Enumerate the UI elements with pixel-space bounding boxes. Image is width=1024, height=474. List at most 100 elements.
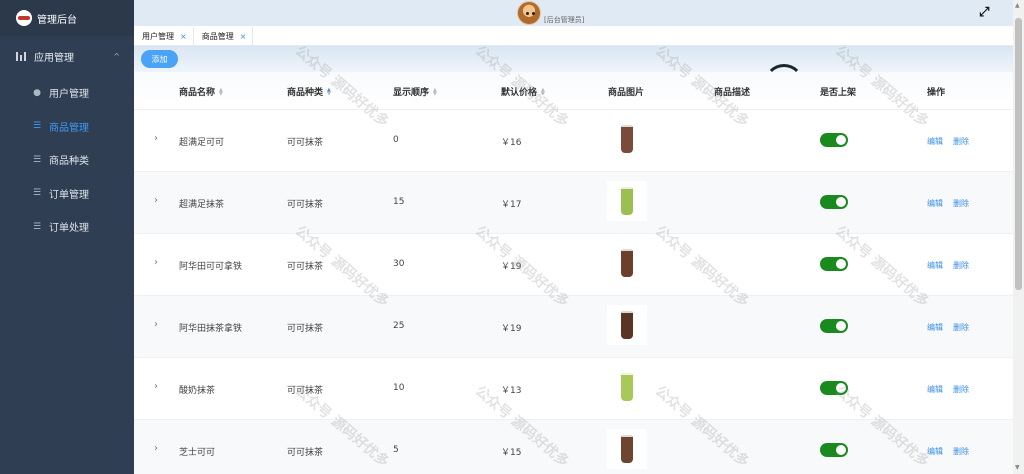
sidebar-item[interactable]: ☰ 商品种类 <box>0 143 134 177</box>
sidebar-item[interactable]: ☰ 商品管理 <box>0 110 134 144</box>
menu-group-app-management[interactable]: 应用管理 ^ <box>0 36 134 76</box>
sliders-icon: ☰ <box>32 154 42 165</box>
sort-icon[interactable]: ▲ ▼ <box>433 87 437 96</box>
close-icon[interactable]: × <box>180 32 187 41</box>
on-sale-toggle[interactable] <box>820 443 848 457</box>
cell-price: ￥17 <box>501 200 522 210</box>
drink-cup-image <box>620 309 634 339</box>
sidebar-item-label: 商品种类 <box>49 156 89 168</box>
delete-button[interactable]: 删除 <box>953 322 969 333</box>
cell-product-name: 超满足抹茶 <box>179 200 225 210</box>
edit-button[interactable]: 编辑 <box>927 384 943 395</box>
expand-row-icon[interactable]: › <box>154 381 158 392</box>
tab-label: 用户管理 <box>142 31 174 41</box>
tab-bar: 用户管理 × 商品管理 × <box>134 26 1013 46</box>
edit-button[interactable]: 编辑 <box>927 198 943 209</box>
cell-category: 可可抹茶 <box>287 138 324 148</box>
scroll-up-icon[interactable]: ▲ <box>1015 2 1020 9</box>
scroll-down-icon[interactable]: ▼ <box>1015 464 1020 471</box>
drink-cup-image <box>620 371 634 401</box>
expand-row-icon[interactable]: › <box>154 195 158 206</box>
on-sale-toggle[interactable] <box>820 381 848 395</box>
cell-price: ￥15 <box>501 448 522 458</box>
drink-cup-image <box>620 247 634 277</box>
cell-price: ￥19 <box>501 324 522 334</box>
topbar: [后台管理员] ⤢ <box>134 0 1013 26</box>
product-image <box>607 119 647 159</box>
delete-button[interactable]: 删除 <box>953 136 969 147</box>
expand-row-icon[interactable]: › <box>154 443 158 454</box>
header-on-sale: 是否上架 <box>820 88 857 98</box>
product-image <box>607 429 647 469</box>
delete-button[interactable]: 删除 <box>953 198 969 209</box>
chevron-up-icon: ^ <box>113 51 120 61</box>
avatar[interactable] <box>517 1 541 25</box>
brand-title: 管理后台 <box>37 14 77 26</box>
fullscreen-icon[interactable]: ⤢ <box>979 5 989 20</box>
header-default-price[interactable]: 默认价格 ▲ ▼ <box>501 85 545 98</box>
header-display-order[interactable]: 显示顺序 ▲ ▼ <box>393 85 437 98</box>
cell-display-order: 25 <box>393 321 405 331</box>
sort-icon[interactable]: ▲ ▼ <box>219 87 223 96</box>
on-sale-toggle[interactable] <box>820 195 848 209</box>
sliders-icon: ☰ <box>32 121 42 132</box>
edit-button[interactable]: 编辑 <box>927 446 943 457</box>
close-icon[interactable]: × <box>240 32 247 41</box>
expand-row-icon[interactable]: › <box>154 257 158 268</box>
delete-button[interactable]: 删除 <box>953 446 969 457</box>
sidebar: 管理后台 应用管理 ^ ● 用户管理 ☰ 商品管理 ☰ 商品种类 ☰ 订单管理 ☰ 订单处理 <box>0 0 134 474</box>
tab-product-management[interactable]: 商品管理 × <box>193 27 254 45</box>
brand[interactable]: 管理后台 <box>0 0 134 36</box>
sidebar-item-label: 订单处理 <box>49 223 89 235</box>
header-category[interactable]: 商品种类 ▲ ▼ <box>287 85 331 98</box>
drink-cup-image <box>620 433 634 463</box>
expand-row-icon[interactable]: › <box>154 133 158 144</box>
cell-price: ￥19 <box>501 262 522 272</box>
cell-category: 可可抹茶 <box>287 324 324 334</box>
tab-user-management[interactable]: 用户管理 × <box>134 27 194 45</box>
table-row: › 酸奶抹茶 可可抹茶 10 ￥13 编辑 删除 <box>134 358 1013 420</box>
cell-category: 可可抹茶 <box>287 262 324 272</box>
cell-price: ￥13 <box>501 386 522 396</box>
cell-product-name: 芝士可可 <box>179 448 216 458</box>
table-row: › 芝士可可 可可抹茶 5 ￥15 编辑 删除 <box>134 420 1013 474</box>
sidebar-item[interactable]: ☰ 订单管理 <box>0 177 134 211</box>
cell-display-order: 5 <box>393 445 399 455</box>
header-actions: 操作 <box>927 88 946 98</box>
header-product-description: 商品描述 <box>714 88 751 98</box>
edit-button[interactable]: 编辑 <box>927 260 943 271</box>
cell-display-order: 0 <box>393 135 399 145</box>
on-sale-toggle[interactable] <box>820 133 848 147</box>
sort-icon[interactable]: ▲ ▼ <box>541 87 545 96</box>
delete-button[interactable]: 删除 <box>953 260 969 271</box>
bar-chart-icon <box>16 51 26 61</box>
cell-product-name: 超满足可可 <box>179 138 225 148</box>
username[interactable]: [后台管理员] <box>544 15 584 25</box>
header-product-name[interactable]: 商品名称 ▲ ▼ <box>179 85 223 98</box>
add-button[interactable]: 添加 <box>141 50 178 68</box>
edit-button[interactable]: 编辑 <box>927 136 943 147</box>
table-row: › 阿华田抹茶拿铁 可可抹茶 25 ￥19 编辑 删除 <box>134 296 1013 358</box>
edit-button[interactable]: 编辑 <box>927 322 943 333</box>
sort-icon[interactable]: ▲ ▼ <box>327 87 331 96</box>
cell-category: 可可抹茶 <box>287 448 324 458</box>
product-image <box>607 367 647 407</box>
on-sale-toggle[interactable] <box>820 319 848 333</box>
cell-display-order: 30 <box>393 259 405 269</box>
expand-row-icon[interactable]: › <box>154 319 158 330</box>
cell-display-order: 15 <box>393 197 405 207</box>
header-product-image: 商品图片 <box>608 88 645 98</box>
sidebar-item[interactable]: ● 用户管理 <box>0 76 134 110</box>
cell-category: 可可抹茶 <box>287 200 324 210</box>
delete-button[interactable]: 删除 <box>953 384 969 395</box>
on-sale-toggle[interactable] <box>820 257 848 271</box>
drink-cup-image <box>620 123 634 153</box>
scrollbar-thumb[interactable] <box>1015 18 1022 290</box>
sliders-icon: ☰ <box>32 188 42 199</box>
product-image <box>607 243 647 283</box>
table-row: › 阿华田可可拿铁 可可抹茶 30 ￥19 编辑 删除 <box>134 234 1013 296</box>
sidebar-item[interactable]: ☰ 订单处理 <box>0 210 134 244</box>
product-image <box>607 181 647 221</box>
cell-category: 可可抹茶 <box>287 386 324 396</box>
page-scrollbar[interactable]: ▲ ▼ <box>1013 0 1024 474</box>
